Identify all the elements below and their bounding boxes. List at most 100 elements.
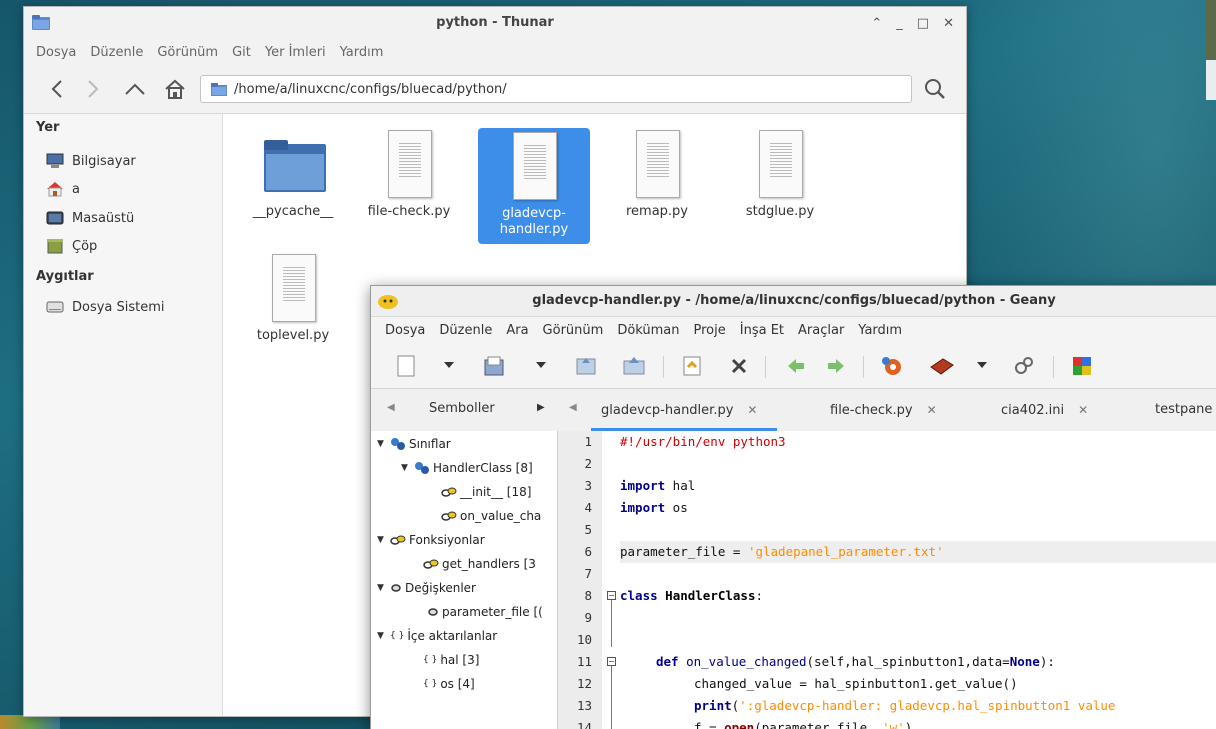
expander-down-icon[interactable]: ▼ xyxy=(401,463,411,473)
file-item[interactable]: remap.py xyxy=(602,122,712,224)
tree-node-functions[interactable]: ▼ Fonksiyonlar xyxy=(377,529,485,551)
tree-node-init[interactable]: __init__ [18] xyxy=(441,481,531,503)
open-file-button[interactable] xyxy=(481,354,507,378)
revert-icon xyxy=(683,356,701,376)
close-tab-icon[interactable]: ✕ xyxy=(747,403,757,417)
up-button[interactable] xyxy=(120,75,150,103)
file-item[interactable]: __pycache__ xyxy=(238,122,348,224)
compile-button[interactable] xyxy=(879,354,905,378)
execute-button[interactable] xyxy=(1011,354,1037,378)
tree-node-hal[interactable]: { } hal [3] xyxy=(423,649,479,671)
close-tab-icon[interactable]: ✕ xyxy=(1078,403,1088,417)
back-button[interactable] xyxy=(42,75,72,103)
expander-down-icon[interactable]: ▼ xyxy=(377,631,387,641)
symbol-tree: ▼ Sınıflar ▼ HandlerClass [8] __init__ [… xyxy=(371,431,558,729)
line-number: 6 xyxy=(584,544,592,559)
tree-node-os[interactable]: { } os [4] xyxy=(423,673,475,695)
forward-button[interactable] xyxy=(823,354,849,378)
forward-button[interactable] xyxy=(78,75,108,103)
minimize-button[interactable]: _ xyxy=(896,16,903,31)
tab-label: gladevcp-handler.py xyxy=(601,403,734,418)
file-item-selected[interactable]: gladevcp-handler.py xyxy=(478,128,590,244)
menu-gorunum[interactable]: Görünüm xyxy=(543,323,604,338)
menu-araclar[interactable]: Araçlar xyxy=(798,323,844,338)
tab-file-check[interactable]: file-check.py ✕ xyxy=(830,389,937,431)
tab-scroll-left-icon[interactable]: ◀ xyxy=(387,402,395,413)
back-button[interactable] xyxy=(783,354,809,378)
tree-node-parameter-file[interactable]: parameter_file [( xyxy=(427,601,543,623)
tree-node-variables[interactable]: ▼ Değişkenler xyxy=(377,577,476,599)
sidebar-item-filesystem[interactable]: Dosya Sistemi xyxy=(46,296,165,318)
geany-toolbar xyxy=(371,344,1216,389)
file-item[interactable]: toplevel.py xyxy=(238,246,348,348)
close-button[interactable]: ✕ xyxy=(943,16,954,31)
save-button[interactable] xyxy=(573,354,599,378)
tree-node-get-handlers[interactable]: get_handlers [3 xyxy=(423,553,536,575)
tab-semboller[interactable]: Semboller xyxy=(429,401,495,416)
keyword: import xyxy=(620,478,666,493)
menu-git[interactable]: Git xyxy=(232,45,251,60)
file-item[interactable]: file-check.py xyxy=(354,122,464,224)
menu-insa-et[interactable]: İnşa Et xyxy=(740,323,784,338)
line-number: 12 xyxy=(576,676,592,691)
expander-down-icon[interactable]: ▼ xyxy=(377,535,387,545)
chevron-up-icon xyxy=(125,83,145,95)
new-file-button[interactable] xyxy=(393,354,419,378)
maximize-button[interactable]: □ xyxy=(917,16,929,31)
thunar-titlebar[interactable]: python - Thunar ⌃ _ □ ✕ xyxy=(24,7,966,39)
new-file-dropdown[interactable] xyxy=(444,362,454,368)
computer-icon xyxy=(46,153,64,168)
search-button[interactable] xyxy=(920,75,950,103)
color-chooser-button[interactable] xyxy=(1069,354,1095,378)
close-tab-icon[interactable]: ✕ xyxy=(927,403,937,417)
tree-node-handler-class[interactable]: ▼ HandlerClass [8] xyxy=(401,457,533,479)
class-name: HandlerClass xyxy=(657,588,756,603)
sidebar-item-trash[interactable]: Çöp xyxy=(46,235,97,257)
menu-proje[interactable]: Proje xyxy=(694,323,726,338)
maximize-up-icon[interactable]: ⌃ xyxy=(871,16,882,31)
file-name: file-check.py xyxy=(367,204,451,219)
menu-yardim[interactable]: Yardım xyxy=(858,323,902,338)
tab-gladevcp-handler[interactable]: gladevcp-handler.py ✕ xyxy=(591,389,777,431)
tree-node-imports[interactable]: ▼ { } İçe aktarılanlar xyxy=(377,625,497,647)
tab-scroll-right-icon[interactable]: ▶ xyxy=(537,402,545,413)
close-icon xyxy=(731,358,747,374)
tree-node-classes[interactable]: ▼ Sınıflar xyxy=(377,433,451,455)
menu-yardim[interactable]: Yardım xyxy=(340,45,384,60)
geany-titlebar[interactable]: gladevcp-handler.py - /home/a/linuxcnc/c… xyxy=(371,286,1216,317)
menu-dosya[interactable]: Dosya xyxy=(385,323,425,338)
file-item[interactable]: stdglue.py xyxy=(725,122,835,224)
menu-dosya[interactable]: Dosya xyxy=(36,45,76,60)
menu-duzenle[interactable]: Düzenle xyxy=(90,45,143,60)
code-editor[interactable]: 1 2 3 4 5 6 7 8 9 10 11 12 13 14 − − #!/… xyxy=(558,431,1216,729)
fold-marker-icon[interactable]: − xyxy=(607,591,616,600)
tab-testpanel[interactable]: testpane xyxy=(1155,389,1212,431)
expander-down-icon[interactable]: ▼ xyxy=(377,439,387,449)
revert-button[interactable] xyxy=(679,354,705,378)
save-all-button[interactable] xyxy=(621,354,647,378)
build-dropdown[interactable] xyxy=(977,362,987,368)
menu-yer-imleri[interactable]: Yer İmleri xyxy=(265,45,326,60)
menu-dokuman[interactable]: Döküman xyxy=(617,323,679,338)
code-line: #!/usr/bin/env python3 xyxy=(620,431,786,453)
keyword: import xyxy=(620,500,666,515)
sidebar-item-bilgisayar[interactable]: Bilgisayar xyxy=(46,150,136,172)
build-button[interactable] xyxy=(929,354,955,378)
doc-tab-scroll-left-icon[interactable]: ◀ xyxy=(569,402,577,413)
chevron-right-icon xyxy=(88,80,99,98)
home-button[interactable] xyxy=(160,75,190,103)
tree-node-on-value-changed[interactable]: on_value_cha xyxy=(441,505,541,527)
menu-ara[interactable]: Ara xyxy=(506,323,528,338)
open-file-dropdown[interactable] xyxy=(536,362,546,368)
location-bar[interactable]: /home/a/linuxcnc/configs/bluecad/python/ xyxy=(200,75,912,103)
line-number: 10 xyxy=(576,632,592,647)
menu-duzenle[interactable]: Düzenle xyxy=(439,323,492,338)
menu-gorunum[interactable]: Görünüm xyxy=(157,45,218,60)
close-file-button[interactable] xyxy=(726,354,752,378)
save-all-icon xyxy=(623,357,645,375)
fold-marker-icon[interactable]: − xyxy=(607,657,616,666)
sidebar-item-home[interactable]: a xyxy=(46,178,80,200)
expander-down-icon[interactable]: ▼ xyxy=(377,583,387,593)
sidebar-item-desktop[interactable]: Masaüstü xyxy=(46,207,134,229)
tab-cia402[interactable]: cia402.ini ✕ xyxy=(1001,389,1088,431)
